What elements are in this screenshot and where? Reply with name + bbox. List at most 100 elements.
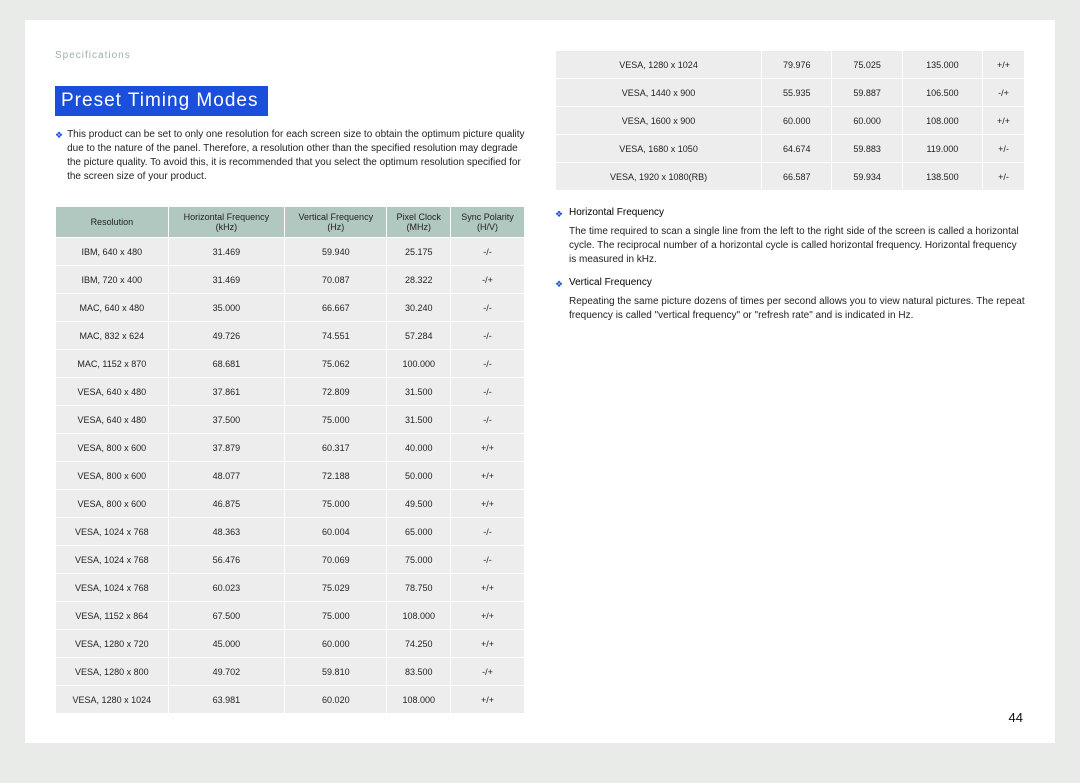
th-hfreq: Horizontal Frequency(kHz) xyxy=(169,207,285,237)
table-cell: 60.020 xyxy=(285,686,386,713)
table-cell: 75.000 xyxy=(387,546,450,573)
table-cell: 48.363 xyxy=(169,518,285,545)
table-row: VESA, 1280 x 72045.00060.00074.250+/+ xyxy=(56,630,524,657)
table-cell: VESA, 800 x 600 xyxy=(56,434,168,461)
table-cell: VESA, 1280 x 720 xyxy=(56,630,168,657)
table-cell: 55.935 xyxy=(762,79,831,106)
table-cell: -/- xyxy=(451,378,524,405)
table-cell: VESA, 1024 x 768 xyxy=(56,518,168,545)
table-cell: 60.000 xyxy=(762,107,831,134)
table-cell: VESA, 640 x 480 xyxy=(56,378,168,405)
table-cell: 28.322 xyxy=(387,266,450,293)
table-row: MAC, 640 x 48035.00066.66730.240-/- xyxy=(56,294,524,321)
table-cell: 70.087 xyxy=(285,266,386,293)
table-cell: 37.500 xyxy=(169,406,285,433)
table-cell: -/- xyxy=(451,546,524,573)
table-row: VESA, 1600 x 90060.00060.000108.000+/+ xyxy=(556,107,1024,134)
table-header-row: Resolution Horizontal Frequency(kHz) Ver… xyxy=(56,207,524,237)
left-column: Specifications Preset Timing Modes ❖ Thi… xyxy=(55,50,525,714)
table-cell: -/- xyxy=(451,406,524,433)
table-row: VESA, 640 x 48037.50075.00031.500-/- xyxy=(56,406,524,433)
table-row: VESA, 800 x 60046.87575.00049.500+/+ xyxy=(56,490,524,517)
table-cell: -/- xyxy=(451,518,524,545)
table-cell: 108.000 xyxy=(903,107,982,134)
intro-text: This product can be set to only one reso… xyxy=(67,128,525,184)
table-cell: 75.000 xyxy=(285,490,386,517)
table-cell: VESA, 1600 x 900 xyxy=(556,107,761,134)
table-cell: 108.000 xyxy=(387,686,450,713)
table-cell: 59.883 xyxy=(832,135,901,162)
bullet-icon: ❖ xyxy=(555,207,565,221)
table-cell: 66.667 xyxy=(285,294,386,321)
table-cell: 31.469 xyxy=(169,266,285,293)
table-cell: 135.000 xyxy=(903,51,982,78)
table-cell: -/- xyxy=(451,238,524,265)
table-cell: 59.887 xyxy=(832,79,901,106)
th-vfreq: Vertical Frequency(Hz) xyxy=(285,207,386,237)
bullet-icon: ❖ xyxy=(555,277,565,291)
table-cell: 72.809 xyxy=(285,378,386,405)
table-cell: IBM, 640 x 480 xyxy=(56,238,168,265)
th-pclock: Pixel Clock(MHz) xyxy=(387,207,450,237)
table-cell: VESA, 1920 x 1080(RB) xyxy=(556,163,761,190)
table-cell: VESA, 1440 x 900 xyxy=(556,79,761,106)
table-cell: 48.077 xyxy=(169,462,285,489)
table-cell: 45.000 xyxy=(169,630,285,657)
table-row: VESA, 1280 x 80049.70259.81083.500-/+ xyxy=(56,658,524,685)
table-cell: 78.750 xyxy=(387,574,450,601)
table-row: MAC, 1152 x 87068.68175.062100.000-/- xyxy=(56,350,524,377)
table-row: VESA, 1024 x 76856.47670.06975.000-/- xyxy=(56,546,524,573)
table-cell: 49.702 xyxy=(169,658,285,685)
page-number: 44 xyxy=(1009,710,1023,725)
table-cell: 31.500 xyxy=(387,406,450,433)
breadcrumb: Specifications xyxy=(55,50,525,61)
table-cell: 60.000 xyxy=(832,107,901,134)
table-cell: 66.587 xyxy=(762,163,831,190)
table-cell: 40.000 xyxy=(387,434,450,461)
table-cell: VESA, 1024 x 768 xyxy=(56,574,168,601)
table-row: VESA, 1280 x 102479.97675.025135.000+/+ xyxy=(556,51,1024,78)
table-cell: VESA, 1280 x 1024 xyxy=(556,51,761,78)
definition-item: ❖Horizontal FrequencyThe time required t… xyxy=(555,207,1025,267)
table-cell: MAC, 640 x 480 xyxy=(56,294,168,321)
table-cell: 74.551 xyxy=(285,322,386,349)
table-cell: 30.240 xyxy=(387,294,450,321)
table-cell: 31.500 xyxy=(387,378,450,405)
table-cell: 63.981 xyxy=(169,686,285,713)
table-cell: 108.000 xyxy=(387,602,450,629)
table-cell: +/+ xyxy=(451,462,524,489)
table-cell: 65.000 xyxy=(387,518,450,545)
th-sync: Sync Polarity(H/V) xyxy=(451,207,524,237)
table-cell: 75.062 xyxy=(285,350,386,377)
table-cell: MAC, 832 x 624 xyxy=(56,322,168,349)
table-cell: 60.023 xyxy=(169,574,285,601)
table-cell: VESA, 1024 x 768 xyxy=(56,546,168,573)
table-cell: -/+ xyxy=(451,658,524,685)
intro-paragraph: ❖ This product can be set to only one re… xyxy=(55,128,525,184)
table-cell: VESA, 1152 x 864 xyxy=(56,602,168,629)
table-cell: +/+ xyxy=(451,574,524,601)
table-cell: 37.861 xyxy=(169,378,285,405)
content-columns: Specifications Preset Timing Modes ❖ Thi… xyxy=(55,50,1025,714)
table-cell: +/+ xyxy=(451,602,524,629)
table-cell: 64.674 xyxy=(762,135,831,162)
table-cell: 75.000 xyxy=(285,602,386,629)
table-row: VESA, 1024 x 76848.36360.00465.000-/- xyxy=(56,518,524,545)
table-cell: VESA, 1280 x 1024 xyxy=(56,686,168,713)
table-cell: VESA, 1680 x 1050 xyxy=(556,135,761,162)
table-cell: 75.025 xyxy=(832,51,901,78)
table-row: IBM, 720 x 40031.46970.08728.322-/+ xyxy=(56,266,524,293)
table-cell: +/+ xyxy=(983,51,1024,78)
table-cell: 49.500 xyxy=(387,490,450,517)
table-cell: 75.029 xyxy=(285,574,386,601)
table-cell: 25.175 xyxy=(387,238,450,265)
table-cell: VESA, 800 x 600 xyxy=(56,490,168,517)
table-cell: +/- xyxy=(983,135,1024,162)
definition-body: Repeating the same picture dozens of tim… xyxy=(569,295,1025,323)
table-row: VESA, 1024 x 76860.02375.02978.750+/+ xyxy=(56,574,524,601)
section-title: Preset Timing Modes xyxy=(55,86,268,116)
table-row: VESA, 800 x 60048.07772.18850.000+/+ xyxy=(56,462,524,489)
table-row: VESA, 1280 x 102463.98160.020108.000+/+ xyxy=(56,686,524,713)
page: Specifications Preset Timing Modes ❖ Thi… xyxy=(25,20,1055,743)
right-column: VESA, 1280 x 102479.97675.025135.000+/+V… xyxy=(555,50,1025,714)
